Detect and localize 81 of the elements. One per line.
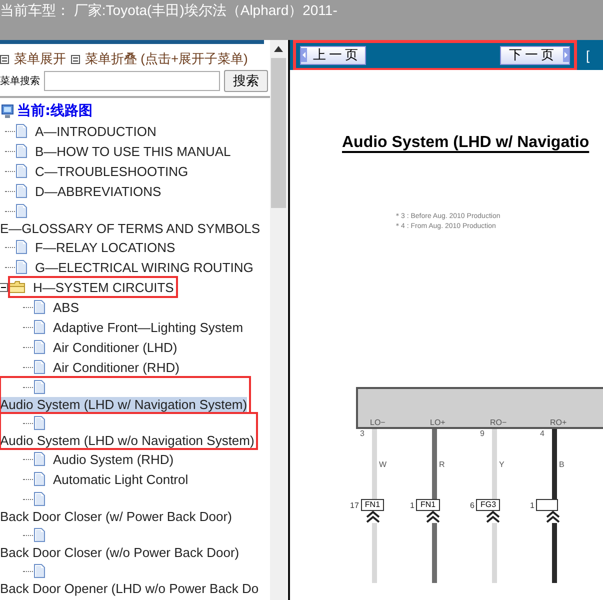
connector-label bbox=[536, 499, 558, 511]
tree-item[interactable]: Air Conditioner (LHD) bbox=[53, 340, 178, 354]
chevron-icon bbox=[546, 511, 560, 523]
page-icon bbox=[33, 320, 45, 334]
pin-number: 9 bbox=[480, 429, 486, 440]
page-icon bbox=[33, 492, 45, 506]
page-icon bbox=[33, 528, 45, 542]
menu-toggle-link[interactable]: 菜单折叠 (点击+展开子菜单) bbox=[85, 50, 248, 68]
tree-item[interactable]: Back Door Opener (LHD w/o Power Back Do bbox=[0, 581, 259, 597]
tree-item[interactable]: A—INTRODUCTION bbox=[35, 124, 156, 138]
page-icon bbox=[33, 360, 45, 374]
scrollbar[interactable] bbox=[270, 40, 287, 600]
page-icon bbox=[15, 204, 27, 218]
tree-item[interactable]: Automatic Light Control bbox=[53, 472, 188, 486]
pin-label: RO+ bbox=[550, 418, 567, 427]
tree-item[interactable]: Audio System (LHD w/ Navigation System) bbox=[0, 397, 248, 413]
scrollbar-thumb[interactable] bbox=[271, 58, 286, 208]
wire bbox=[552, 523, 557, 583]
connector-label: FG3 bbox=[476, 499, 500, 511]
wire bbox=[432, 523, 437, 583]
folder-icon bbox=[9, 280, 25, 294]
pin-label: RO− bbox=[490, 418, 507, 427]
menu-toggle-link[interactable]: 菜单展开 bbox=[14, 50, 66, 68]
connector-label: FN1 bbox=[416, 499, 440, 511]
next-page-button[interactable]: 下一页 bbox=[500, 46, 570, 64]
tree-item[interactable]: Air Conditioner (RHD) bbox=[53, 360, 180, 374]
page-icon bbox=[15, 124, 27, 138]
search-button[interactable]: 搜索 bbox=[224, 70, 268, 92]
tree-item[interactable]: ABS bbox=[53, 300, 80, 314]
wire bbox=[492, 523, 497, 583]
tree-item[interactable]: H—SYSTEM CIRCUITS bbox=[33, 280, 174, 294]
document-title: Audio System (LHD w/ Navigatio bbox=[342, 134, 590, 152]
wire-color-code: B bbox=[559, 460, 564, 468]
page-icon bbox=[33, 452, 45, 466]
page-icon bbox=[33, 300, 45, 314]
connector-pin-number: 17 bbox=[350, 500, 359, 510]
connector-pin-number: 1 bbox=[530, 500, 534, 510]
scroll-up-icon bbox=[274, 46, 283, 52]
pin-label: LO+ bbox=[430, 418, 446, 427]
page-icon bbox=[33, 564, 45, 578]
tree-root-label[interactable]: 当前:线路图 bbox=[17, 102, 93, 120]
page-icon bbox=[15, 240, 27, 254]
pin-number: 4 bbox=[540, 429, 546, 440]
pin-label: LO− bbox=[370, 418, 386, 427]
connector-label: FN1 bbox=[360, 499, 384, 511]
chevron-icon bbox=[486, 511, 500, 523]
tree-item[interactable]: B—HOW TO USE THIS MANUAL bbox=[35, 144, 231, 158]
connector-pin-number: 6 bbox=[470, 500, 474, 510]
tree-item[interactable]: E—GLOSSARY OF TERMS AND SYMBOLS bbox=[0, 221, 260, 237]
page-icon bbox=[15, 164, 27, 178]
page-icon bbox=[15, 144, 27, 158]
tree-item[interactable]: G—ELECTRICAL WIRING ROUTING bbox=[35, 260, 254, 274]
page-title: 当前车型： 厂家:Toyota(丰田)埃尔法（Alphard）2011- bbox=[0, 1, 338, 20]
tree-item[interactable]: Back Door Closer (w/o Power Back Door) bbox=[0, 545, 240, 561]
bracket-text: [ bbox=[586, 48, 590, 62]
wire-color-code: Y bbox=[499, 460, 504, 468]
tree-item[interactable]: Audio System (LHD w/o Navigation System) bbox=[0, 433, 254, 449]
connector-pin-number: 1 bbox=[410, 500, 414, 510]
wire-color-code: R bbox=[439, 460, 445, 468]
chevron-icon bbox=[426, 511, 440, 523]
tree-item[interactable]: Back Door Closer (w/ Power Back Door) bbox=[0, 509, 232, 525]
tree-item[interactable]: C—TROUBLESHOOTING bbox=[35, 164, 188, 178]
wire-color-code: W bbox=[379, 460, 387, 468]
menu-toggle-icon bbox=[71, 54, 80, 64]
page-icon bbox=[33, 472, 45, 486]
wire bbox=[372, 523, 377, 583]
pin-number: 3 bbox=[360, 429, 366, 440]
tree-item[interactable]: Audio System (RHD) bbox=[53, 452, 174, 466]
page-icon bbox=[15, 184, 27, 198]
tree-item[interactable]: D—ABBREVIATIONS bbox=[35, 184, 162, 198]
search-field[interactable] bbox=[44, 71, 220, 91]
computer-icon bbox=[0, 104, 15, 118]
chevron-icon bbox=[366, 511, 380, 523]
page-icon bbox=[33, 416, 45, 430]
page-icon bbox=[33, 340, 45, 354]
page-icon bbox=[15, 260, 27, 274]
tree-item[interactable]: Adaptive Front—Lighting System bbox=[53, 320, 244, 334]
tree-item[interactable]: F—RELAY LOCATIONS bbox=[35, 240, 176, 254]
search-label: 菜单搜索 bbox=[0, 74, 40, 88]
page-icon bbox=[33, 380, 45, 394]
previous-page-button[interactable]: 上一页 bbox=[300, 46, 366, 64]
